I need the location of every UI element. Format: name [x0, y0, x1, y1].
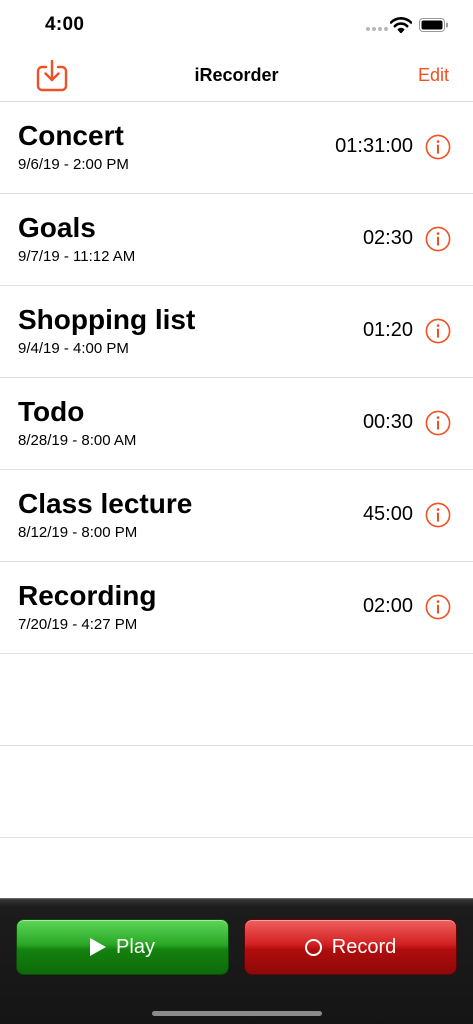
- recording-duration: 02:00: [362, 595, 413, 617]
- info-icon[interactable]: [425, 226, 451, 252]
- recording-title: Class lecture: [18, 488, 193, 519]
- recording-duration: 01:31:00: [335, 135, 413, 157]
- recordings-list: Concert 9/6/19 - 2:00 PM 01:31:00 Goals …: [0, 102, 473, 838]
- record-label: Record: [331, 935, 397, 958]
- edit-button[interactable]: Edit: [418, 65, 449, 86]
- empty-row: [0, 654, 473, 746]
- page-title: iRecorder: [194, 65, 279, 85]
- play-icon: [90, 938, 107, 956]
- info-icon[interactable]: [425, 318, 451, 344]
- status-time: 4:00: [45, 14, 85, 35]
- play-button[interactable]: Play: [16, 919, 229, 975]
- recording-row[interactable]: Concert 9/6/19 - 2:00 PM 01:31:00: [0, 102, 473, 194]
- battery-icon: [419, 18, 448, 32]
- recording-duration: 45:00: [362, 503, 413, 525]
- recording-row[interactable]: Todo 8/28/19 - 8:00 AM 00:30: [0, 378, 473, 470]
- cellular-signal-icon: [366, 27, 388, 32]
- recording-title: Recording: [18, 580, 157, 611]
- recording-date: 8/12/19 - 8:00 PM: [18, 524, 138, 541]
- recording-date: 9/4/19 - 4:00 PM: [18, 340, 129, 357]
- recording-row[interactable]: Goals 9/7/19 - 11:12 AM 02:30: [0, 194, 473, 286]
- recording-date: 9/7/19 - 11:12 AM: [18, 248, 136, 265]
- home-indicator: [152, 1011, 322, 1016]
- info-icon[interactable]: [425, 594, 451, 620]
- record-button[interactable]: Record: [244, 919, 457, 975]
- recording-duration: 01:20: [362, 319, 413, 341]
- empty-row: [0, 746, 473, 838]
- info-icon[interactable]: [425, 502, 451, 528]
- recording-duration: 02:30: [362, 227, 413, 249]
- record-icon: [304, 938, 322, 956]
- navigation-bar: iRecorder Edit: [0, 50, 473, 102]
- recording-row[interactable]: Shopping list 9/4/19 - 4:00 PM 01:20: [0, 286, 473, 378]
- recording-duration: 00:30: [362, 411, 413, 433]
- play-label: Play: [116, 935, 155, 958]
- recording-row[interactable]: Recording 7/20/19 - 4:27 PM 02:00: [0, 562, 473, 654]
- recording-title: Todo: [18, 396, 85, 427]
- bottom-toolbar: Play Record: [0, 898, 473, 1024]
- info-icon[interactable]: [425, 410, 451, 436]
- recording-title: Shopping list: [18, 304, 196, 335]
- recording-row[interactable]: Class lecture 8/12/19 - 8:00 PM 45:00: [0, 470, 473, 562]
- recording-title: Goals: [18, 212, 96, 243]
- recording-date: 7/20/19 - 4:27 PM: [18, 616, 138, 633]
- info-icon[interactable]: [425, 134, 451, 160]
- recording-date: 8/28/19 - 8:00 AM: [18, 432, 137, 449]
- recording-title: Concert: [18, 120, 124, 151]
- app-screen: 4:00 iRecorder Edit Concert 9/6/19 - 2:0…: [0, 0, 473, 1024]
- wifi-icon: [390, 17, 412, 33]
- recording-date: 9/6/19 - 2:00 PM: [18, 156, 129, 173]
- status-bar: 4:00: [0, 0, 473, 50]
